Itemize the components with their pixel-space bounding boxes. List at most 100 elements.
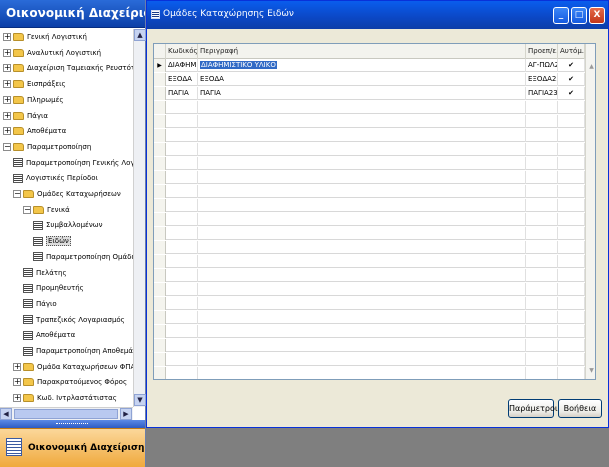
- table-row[interactable]: [154, 171, 585, 184]
- default-cell[interactable]: [526, 339, 558, 352]
- row-selector[interactable]: [154, 297, 166, 310]
- tree-item[interactable]: − Ομάδες Καταχωρήσεων: [0, 186, 121, 202]
- row-selector[interactable]: [154, 283, 166, 296]
- default-cell[interactable]: [526, 171, 558, 184]
- default-cell[interactable]: [526, 283, 558, 296]
- collapse-icon[interactable]: −: [23, 205, 31, 214]
- expand-icon[interactable]: +: [13, 378, 21, 387]
- default-cell[interactable]: [526, 367, 558, 379]
- expand-icon[interactable]: +: [3, 111, 11, 120]
- auto-cell[interactable]: [558, 171, 585, 184]
- auto-cell[interactable]: [558, 115, 585, 128]
- description-cell[interactable]: [198, 353, 526, 366]
- expand-icon[interactable]: +: [3, 64, 11, 73]
- default-cell[interactable]: [526, 241, 558, 254]
- column-header-default[interactable]: Προεπ/ε...: [526, 44, 558, 59]
- row-selector[interactable]: [154, 101, 166, 114]
- code-cell[interactable]: [166, 129, 198, 142]
- auto-cell[interactable]: [558, 157, 585, 170]
- table-row[interactable]: ▶ ΔΙΑΦΗΜΔΙΑΦΗΜΙΣΤΙΚΟ ΥΛΙΚΟ ΑΓ-ΠΩΛ23✔: [154, 59, 585, 72]
- default-cell[interactable]: [526, 353, 558, 366]
- code-cell[interactable]: [166, 115, 198, 128]
- auto-cell[interactable]: [558, 227, 585, 240]
- tree-horizontal-scroll-thumb[interactable]: [14, 409, 118, 419]
- table-vertical-scrollbar[interactable]: ▲ ▼: [585, 44, 595, 379]
- default-cell[interactable]: [526, 101, 558, 114]
- row-selector[interactable]: [154, 255, 166, 268]
- tree-vertical-scrollbar[interactable]: ▲ ▼: [133, 29, 146, 407]
- table-row[interactable]: [154, 157, 585, 170]
- help-button[interactable]: Βοήθεια: [558, 399, 602, 418]
- column-header-code[interactable]: Κωδικός: [166, 44, 198, 59]
- tree-item[interactable]: Πάγιο: [0, 296, 57, 312]
- default-cell[interactable]: [526, 129, 558, 142]
- tree-item[interactable]: Παραμετροποίηση Ομάδων Κατ: [0, 249, 133, 265]
- default-cell[interactable]: [526, 185, 558, 198]
- table-row[interactable]: [154, 241, 585, 254]
- row-selector[interactable]: [154, 129, 166, 142]
- code-cell[interactable]: [166, 227, 198, 240]
- tree-item[interactable]: + Πληρωμές: [0, 92, 64, 108]
- code-cell[interactable]: [166, 241, 198, 254]
- table-row[interactable]: [154, 129, 585, 142]
- description-cell[interactable]: [198, 129, 526, 142]
- navigation-tree[interactable]: + Γενική Λογιστική + Αναλυτική Λογιστική + Δι…: [0, 29, 133, 407]
- code-cell[interactable]: [166, 283, 198, 296]
- auto-cell[interactable]: [558, 297, 585, 310]
- row-selector[interactable]: [154, 311, 166, 324]
- row-selector[interactable]: [154, 353, 166, 366]
- table-row[interactable]: [154, 269, 585, 282]
- expand-icon[interactable]: +: [3, 48, 11, 57]
- auto-cell[interactable]: [558, 185, 585, 198]
- description-cell[interactable]: [198, 185, 526, 198]
- auto-cell[interactable]: [558, 241, 585, 254]
- default-cell[interactable]: [526, 227, 558, 240]
- table-row[interactable]: ΕΞΟΔΑ ΕΞΟΔΑ ΕΞΟΔΑ23 ✔: [154, 73, 585, 86]
- row-selector[interactable]: [154, 325, 166, 338]
- description-cell[interactable]: [198, 115, 526, 128]
- description-cell[interactable]: [198, 325, 526, 338]
- table-row[interactable]: [154, 185, 585, 198]
- row-selector[interactable]: [154, 241, 166, 254]
- column-header-auto[interactable]: Αυτόμ. Ε...: [558, 44, 585, 59]
- row-selector[interactable]: [154, 87, 166, 100]
- window-titlebar[interactable]: Ομάδες Καταχώρησης Ειδών _ □ X: [147, 1, 608, 29]
- row-selector[interactable]: [154, 115, 166, 128]
- expand-icon[interactable]: +: [3, 33, 11, 41]
- minimize-button[interactable]: _: [553, 7, 569, 24]
- description-cell[interactable]: [198, 283, 526, 296]
- collapse-icon[interactable]: −: [13, 190, 21, 198]
- pane-splitter[interactable]: [0, 420, 145, 428]
- table-row[interactable]: [154, 255, 585, 268]
- tree-item[interactable]: Ειδών: [0, 233, 71, 249]
- default-cell[interactable]: ΕΞΟΔΑ23: [526, 73, 558, 86]
- default-cell[interactable]: [526, 213, 558, 226]
- auto-cell[interactable]: [558, 143, 585, 156]
- code-cell[interactable]: [166, 339, 198, 352]
- tree-item[interactable]: + Πάγια: [0, 108, 48, 124]
- default-cell[interactable]: [526, 297, 558, 310]
- code-cell[interactable]: [166, 325, 198, 338]
- table-row[interactable]: [154, 115, 585, 128]
- tree-item[interactable]: + Αποθέματα: [0, 123, 66, 139]
- description-cell[interactable]: [198, 157, 526, 170]
- description-cell[interactable]: [198, 101, 526, 114]
- auto-cell[interactable]: [558, 283, 585, 296]
- auto-check-icon[interactable]: ✔: [558, 59, 585, 72]
- tree-item[interactable]: Τραπεζικός Λογαριασμός: [0, 312, 125, 328]
- auto-cell[interactable]: [558, 199, 585, 212]
- description-cell[interactable]: [198, 297, 526, 310]
- description-cell[interactable]: [198, 241, 526, 254]
- posting-groups-table[interactable]: Κωδικός Περιγραφή Προεπ/ε... Αυτόμ. Ε...…: [153, 43, 596, 380]
- default-cell[interactable]: [526, 311, 558, 324]
- table-row[interactable]: [154, 143, 585, 156]
- scroll-down-arrow-icon[interactable]: ▼: [134, 394, 146, 406]
- table-row[interactable]: [154, 283, 585, 296]
- table-row[interactable]: [154, 339, 585, 352]
- tree-item[interactable]: Πελάτης: [0, 265, 67, 281]
- description-cell[interactable]: [198, 255, 526, 268]
- table-row[interactable]: [154, 199, 585, 212]
- code-cell[interactable]: ΠΑΓΙΑ: [166, 87, 198, 100]
- tree-item[interactable]: Συμβαλλομένων: [0, 217, 103, 233]
- auto-cell[interactable]: [558, 367, 585, 379]
